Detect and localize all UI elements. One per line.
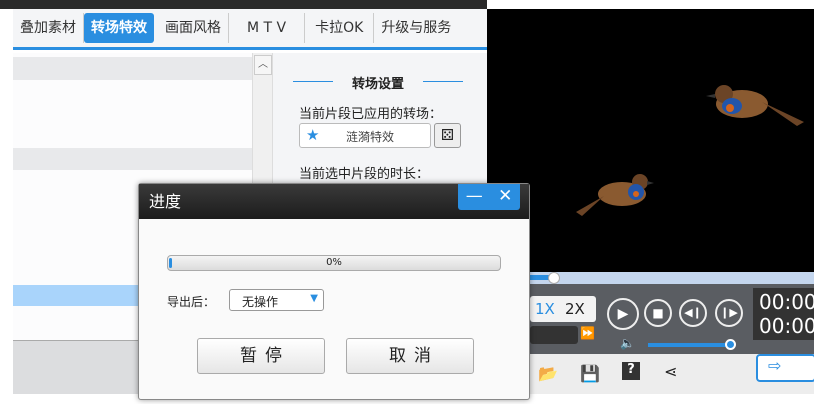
speed-2x[interactable]: 2X [565, 296, 585, 322]
seek-handle[interactable] [548, 272, 560, 284]
scroll-up-icon[interactable]: ︿ [254, 55, 272, 75]
player-controls: 1X 2X ⏩ ▶ ■ ◀❙ ❙▶ 🔈 00:00 00:00 [530, 284, 814, 354]
stop-icon[interactable]: ■ [644, 299, 672, 327]
tab-overlay[interactable]: 叠加素材 [13, 13, 84, 43]
speed-slider[interactable] [530, 326, 578, 344]
pause-button[interactable]: 暂停 [197, 338, 325, 374]
help-icon[interactable]: ? [622, 362, 640, 380]
volume-handle[interactable] [725, 339, 736, 350]
star-icon: ★ [306, 126, 320, 144]
tab-upgrade[interactable]: 升级与服务 [374, 13, 458, 43]
toolbar: 📂 💾 ? ⋖ ⇨ [530, 354, 814, 394]
chevron-down-icon: ▼ [310, 293, 318, 304]
list-item[interactable] [13, 148, 252, 170]
after-export-select[interactable]: 无操作 ▼ [229, 289, 324, 311]
total-time: 00:00 [759, 314, 814, 338]
export-progress-bar: 0% [167, 255, 501, 271]
fast-forward-icon[interactable]: ⏩ [580, 326, 595, 340]
video-preview [487, 9, 814, 272]
next-frame-icon[interactable]: ❙▶ [715, 299, 743, 327]
save-icon[interactable]: 💾 [580, 364, 600, 383]
applied-transition-value: 涟漪特效 [346, 130, 395, 144]
dice-random-icon[interactable]: ⚄ [434, 123, 461, 148]
seek-bar[interactable] [530, 272, 814, 284]
speed-1x[interactable]: 1X [535, 296, 555, 322]
tab-mtv[interactable]: M T V [229, 13, 306, 43]
after-export-value: 无操作 [242, 295, 279, 309]
applied-label: 当前片段已应用的转场： [299, 107, 443, 122]
tab-karaoke[interactable]: 卡拉OK [305, 13, 375, 43]
folder-open-icon[interactable]: 📂 [538, 364, 558, 383]
cancel-button[interactable]: 取消 [346, 338, 474, 374]
progress-text: 0% [326, 257, 342, 268]
main-tabs: 叠加素材 转场特效 画面风格 M T V 卡拉OK 升级与服务 [13, 9, 487, 50]
progress-dialog: 进度 — ✕ 0% 导出后： 无操作 ▼ 暂停 取消 [138, 183, 530, 400]
birds-image [576, 85, 804, 216]
settings-header: 转场设置 [293, 73, 463, 92]
minimize-icon[interactable]: — [466, 184, 483, 210]
applied-transition-field[interactable]: ★ 涟漪特效 [299, 123, 431, 148]
share-icon[interactable]: ⋖ [664, 362, 677, 381]
volume-icon[interactable]: 🔈 [620, 336, 635, 350]
close-icon[interactable]: ✕ [498, 184, 512, 210]
prev-frame-icon[interactable]: ◀❙ [679, 299, 707, 327]
tab-style[interactable]: 画面风格 [158, 13, 229, 43]
play-icon[interactable]: ▶ [607, 298, 639, 330]
after-export-label: 导出后： [167, 295, 216, 309]
duration-label: 当前选中片段的时长： [299, 167, 430, 182]
current-time: 00:00 [759, 290, 814, 314]
title-bar [0, 0, 487, 9]
list-item[interactable] [13, 57, 252, 80]
export-button[interactable]: ⇨ [756, 354, 814, 382]
tab-transitions[interactable]: 转场特效 [84, 13, 154, 43]
volume-slider[interactable] [648, 343, 734, 347]
